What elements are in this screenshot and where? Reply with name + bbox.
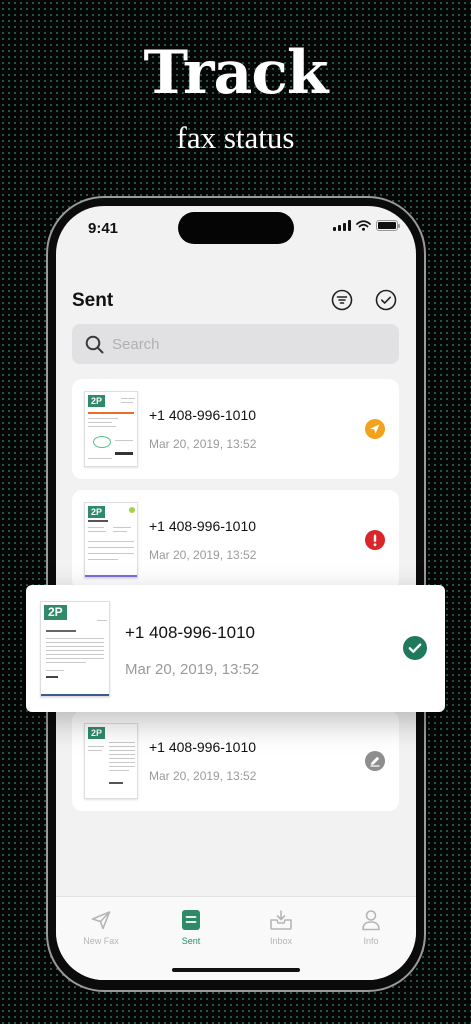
cellular-signal-icon xyxy=(333,220,351,231)
tab-label: New Fax xyxy=(83,936,119,946)
exclamation-icon xyxy=(365,530,385,550)
fax-list-item[interactable]: 2P +1 408-996-1010 Mar 20, 2019, 13:52 xyxy=(72,379,399,479)
tab-new-fax[interactable]: New Fax xyxy=(56,897,146,980)
hero-title: Track xyxy=(143,38,329,108)
inbox-icon xyxy=(270,910,292,930)
tab-info[interactable]: Info xyxy=(326,897,416,980)
fax-date: Mar 20, 2019, 13:52 xyxy=(149,548,257,562)
fax-date: Mar 20, 2019, 13:52 xyxy=(125,661,260,678)
fax-thumbnail: 2P xyxy=(84,502,138,578)
status-icons xyxy=(333,220,400,231)
thumbnail-logo: 2P xyxy=(88,506,106,518)
search-icon xyxy=(85,335,104,353)
search-input[interactable] xyxy=(112,335,382,353)
fax-number: +1 408-996-1010 xyxy=(149,739,257,755)
fax-list-item-highlighted[interactable]: 2P +1 408-996-1010 Mar 20, 2019, 13:52 xyxy=(26,585,445,712)
battery-icon xyxy=(376,220,400,231)
fax-thumbnail: 2P xyxy=(84,391,138,467)
home-indicator xyxy=(172,968,300,972)
tab-label: Sent xyxy=(181,936,201,946)
fax-number: +1 408-996-1010 xyxy=(149,407,257,423)
tab-label: Info xyxy=(363,936,379,946)
paper-plane-icon xyxy=(91,911,111,930)
thumbnail-logo: 2P xyxy=(88,395,106,407)
page-title: Sent xyxy=(72,290,114,311)
fax-thumbnail: 2P xyxy=(84,723,138,799)
person-icon xyxy=(362,910,380,931)
fax-number: +1 408-996-1010 xyxy=(149,518,257,534)
status-time: 9:41 xyxy=(88,220,119,237)
paper-plane-icon xyxy=(365,419,385,439)
hero-subtitle: fax status xyxy=(176,120,295,155)
thumbnail-logo: 2P xyxy=(88,727,106,739)
fax-thumbnail: 2P xyxy=(40,601,110,697)
pencil-icon xyxy=(365,751,385,771)
select-check-icon[interactable] xyxy=(375,289,397,311)
checkmark-icon xyxy=(403,636,427,660)
wifi-icon xyxy=(356,220,371,231)
fax-date: Mar 20, 2019, 13:52 xyxy=(149,437,257,451)
search-bar[interactable] xyxy=(72,324,399,364)
tab-label: Inbox xyxy=(269,936,293,946)
document-icon xyxy=(182,910,200,930)
fax-date: Mar 20, 2019, 13:52 xyxy=(149,769,257,783)
fax-list-item[interactable]: 2P +1 408-996-1010 Mar 20, 2019, 13:52 xyxy=(72,490,399,590)
thumbnail-logo: 2P xyxy=(44,605,67,620)
filter-icon[interactable] xyxy=(331,289,353,311)
fax-number: +1 408-996-1010 xyxy=(125,623,255,642)
dynamic-island xyxy=(178,212,294,244)
fax-list-item[interactable]: 2P +1 408-996-1010 Mar 20, 2019, 13:52 xyxy=(72,711,399,811)
